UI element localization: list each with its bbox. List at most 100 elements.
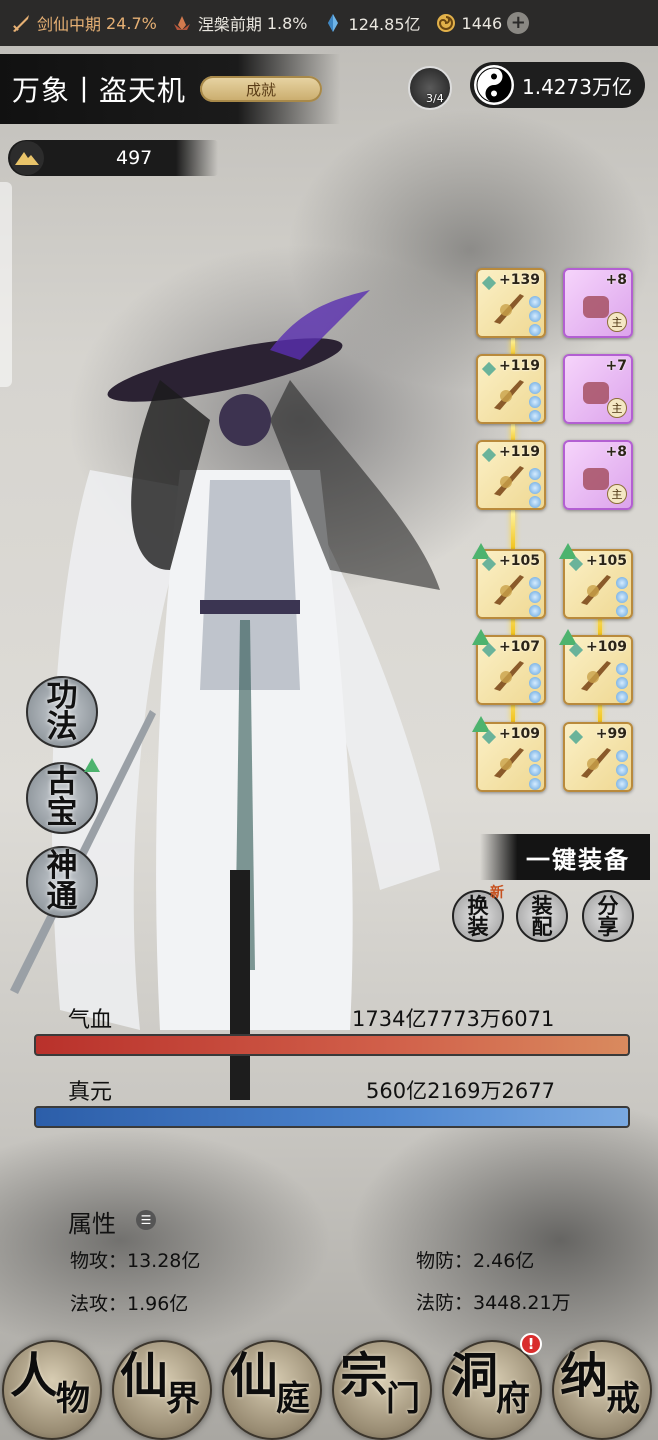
assemble-label: 装配 <box>531 893 553 939</box>
nav-label-main: 仙 <box>230 1348 279 1404</box>
nav-label-main: 仙 <box>120 1348 169 1404</box>
stage-resource[interactable]: 涅槃前期 1.8% <box>171 11 308 35</box>
stage-background: 剑仙中期 24.7% 涅槃前期 1.8% 124.85亿 1446 + 万象丨盗… <box>0 0 658 1440</box>
equipment-slot[interactable]: +109 <box>472 716 546 792</box>
hp-bar <box>34 1034 630 1056</box>
stage-pct: 1.8% <box>266 13 308 33</box>
nav-label-sub: 庭 <box>276 1379 310 1419</box>
equipment-slot[interactable]: +105 <box>472 543 546 619</box>
gem-icon <box>529 605 541 617</box>
equipment-slot[interactable]: +99 <box>563 722 633 792</box>
nav-label-sub: 界 <box>166 1379 200 1419</box>
one-key-equip-button[interactable]: 一键装备 <box>480 834 650 880</box>
gem-icon <box>529 663 541 675</box>
nav-label-sub: 戒 <box>606 1379 640 1419</box>
hp-label: 气血 <box>68 1008 113 1033</box>
gem-icon <box>529 496 541 508</box>
achievement-button[interactable]: 成就 <box>200 76 323 102</box>
equipment-slot[interactable]: +109 <box>559 629 633 705</box>
equipment-icon <box>494 661 524 691</box>
equipment-level: +8 <box>605 272 627 288</box>
gem-icon <box>616 663 628 675</box>
nav-button[interactable]: 洞府 <box>442 1340 542 1440</box>
equipment-level: +99 <box>595 726 627 742</box>
gem-icon <box>529 577 541 589</box>
currency-value: 1446 <box>461 13 503 33</box>
equipment-icon <box>581 748 611 778</box>
nav-button[interactable]: 人物 <box>2 1340 102 1440</box>
gem-icon <box>616 591 628 603</box>
share-label: 分享 <box>597 893 619 939</box>
gem-icon <box>529 677 541 689</box>
gem-icon <box>529 296 541 308</box>
gem-icon <box>529 482 541 494</box>
share-button[interactable]: 分享 <box>582 890 634 942</box>
equipment-icon <box>494 748 524 778</box>
page-title: 万象丨盗天机 <box>12 74 187 107</box>
realm-label: 剑仙中期 <box>37 15 102 34</box>
equipment-slot[interactable]: +105 <box>559 543 633 619</box>
equipment-slot[interactable]: +8 主 <box>563 268 633 338</box>
gongfa-label: 功法 <box>46 678 78 745</box>
nav-button[interactable]: 纳戒 <box>552 1340 652 1440</box>
gem-icon <box>529 468 541 480</box>
equipment-icon <box>494 575 524 605</box>
equipment-slot[interactable]: +107 <box>472 629 546 705</box>
gem-icon <box>616 605 628 617</box>
gem-icon <box>529 324 541 336</box>
equipment-level: +139 <box>499 272 540 288</box>
gem-icon <box>529 310 541 322</box>
magic-def: 法防：3448.21万 <box>416 1292 571 1314</box>
equipment-level: +105 <box>499 553 540 569</box>
equipment-slot[interactable]: +7 主 <box>563 354 633 424</box>
equipment-level: +105 <box>586 553 627 569</box>
nav-button[interactable]: 仙庭 <box>222 1340 322 1440</box>
combat-power: 1.4273万亿 <box>470 62 645 108</box>
upgrade-arrow-icon <box>472 543 490 559</box>
gem-icon <box>616 764 628 776</box>
lotus-icon <box>173 16 190 30</box>
gongfa-button[interactable]: 功法 <box>26 676 98 748</box>
equipment-slot[interactable]: +139 <box>476 268 546 338</box>
gem-icon <box>529 591 541 603</box>
gem-icon <box>616 778 628 790</box>
gubao-label: 古宝 <box>46 764 78 831</box>
assemble-button[interactable]: 装配 <box>516 890 568 942</box>
shentong-label: 神通 <box>46 848 78 915</box>
phys-def: 物防：2.46亿 <box>416 1250 535 1272</box>
nav-button[interactable]: 仙界 <box>112 1340 212 1440</box>
coin-swirl-icon <box>436 14 455 32</box>
list-icon[interactable]: ☰ <box>136 1210 156 1230</box>
add-currency-button[interactable]: + <box>507 12 530 34</box>
swap-outfit-button[interactable]: 新 换装 <box>452 886 504 942</box>
gubao-button[interactable]: 古宝 <box>26 758 100 834</box>
gem-icon <box>529 778 541 790</box>
equip-link <box>511 510 515 550</box>
upgrade-arrow-icon <box>559 629 577 645</box>
mp-value: 560亿2169万2677 <box>366 1079 555 1103</box>
shentong-button[interactable]: 神通 <box>26 846 98 918</box>
nav-label-sub: 府 <box>496 1379 530 1419</box>
upgrade-arrow-icon <box>472 629 490 645</box>
equipment-slot[interactable]: +8 主 <box>563 440 633 510</box>
stage-label: 涅槃前期 <box>197 15 262 34</box>
points-bar[interactable]: 497 <box>8 140 218 176</box>
equipment-slot[interactable]: +119 <box>476 354 546 424</box>
equipment-level: +109 <box>499 726 540 742</box>
nav-label-main: 人 <box>10 1348 59 1404</box>
equipment-slot[interactable]: +119 <box>476 440 546 510</box>
upgrade-arrow-icon <box>472 716 490 732</box>
equipment-icon <box>581 661 611 691</box>
nav-label-main: 洞 <box>450 1348 499 1404</box>
attributes-title: 属性 <box>68 1210 116 1238</box>
bottom-nav: 人物仙界仙庭宗门洞府纳戒 <box>0 1326 658 1440</box>
new-badge: 新 <box>490 885 504 901</box>
equipment-level: +107 <box>499 639 540 655</box>
realm-resource[interactable]: 剑仙中期 24.7% <box>10 11 157 35</box>
currency-resource[interactable]: 1446 + <box>435 12 530 34</box>
mountain-emblem-icon <box>10 141 44 175</box>
crystal-icon <box>327 14 338 32</box>
spirit-stone-resource[interactable]: 124.85亿 <box>322 11 421 35</box>
nav-label-main: 宗 <box>340 1348 389 1404</box>
nav-button[interactable]: 宗门 <box>332 1340 432 1440</box>
